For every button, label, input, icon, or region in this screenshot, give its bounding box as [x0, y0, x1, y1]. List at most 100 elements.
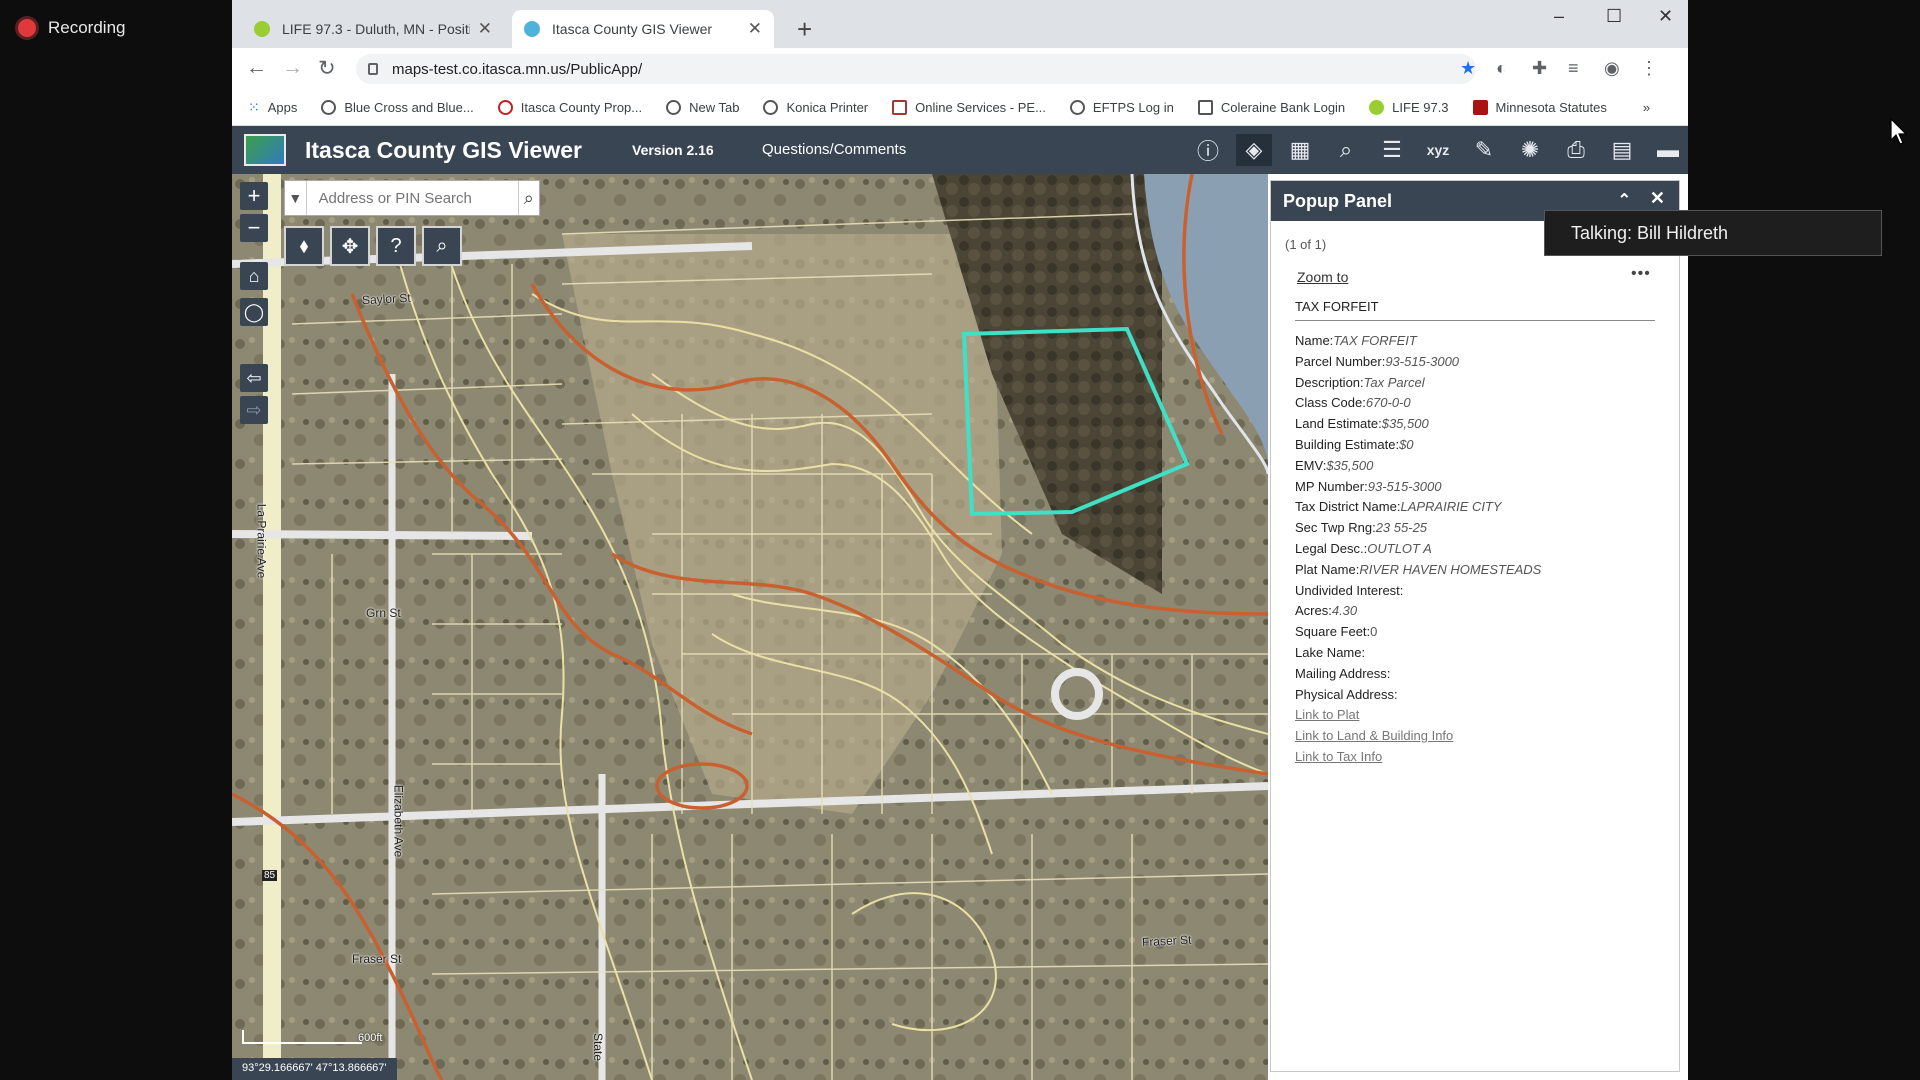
- forward-arrow-icon[interactable]: →: [282, 56, 303, 80]
- xyz-coordinate-icon[interactable]: xyz: [1420, 134, 1456, 166]
- address-bar[interactable]: maps-test.co.itasca.mn.us/PublicApp/: [356, 54, 1476, 84]
- profile-icon[interactable]: ◉: [1604, 58, 1620, 79]
- search-input[interactable]: [306, 181, 518, 215]
- next-extent-icon[interactable]: ⇨: [240, 396, 268, 424]
- popup-title: Popup Panel: [1283, 190, 1393, 211]
- select-tool-icon[interactable]: ✥: [330, 226, 370, 266]
- scale-bar: [242, 1030, 362, 1044]
- itasca-logo: [244, 134, 286, 166]
- zoom-to-link[interactable]: Zoom to: [1297, 269, 1348, 285]
- fnb-icon: [1197, 100, 1213, 115]
- attr-row: Physical Address:: [1295, 686, 1398, 702]
- attr-row: Land Estimate:$35,500: [1295, 416, 1429, 432]
- lock-icon: [368, 63, 378, 75]
- bookmark-label: Itasca County Prop...: [520, 100, 643, 115]
- comment-icon[interactable]: ▬: [1650, 134, 1686, 166]
- aerial-map[interactable]: [232, 174, 1268, 1080]
- street-label-saylor: Saylor St: [361, 290, 412, 308]
- zoom-in-button[interactable]: +: [240, 182, 268, 210]
- bookmarks-overflow-button[interactable]: »: [1643, 100, 1650, 115]
- previous-extent-icon[interactable]: ⇦: [240, 364, 268, 392]
- extension-icon[interactable]: ◐: [1496, 58, 1507, 79]
- attr-row: EMV:$35,500: [1295, 457, 1374, 473]
- recording-label: Recording: [48, 18, 126, 37]
- menu-kebab-icon[interactable]: ⋮: [1640, 58, 1658, 79]
- bookmark-star-icon[interactable]: ★: [1460, 58, 1476, 79]
- bookmark-eftps[interactable]: EFTPS Log in: [1069, 100, 1174, 115]
- close-tab-icon[interactable]: ✕: [748, 19, 762, 39]
- attr-row: Lake Name:: [1295, 644, 1366, 660]
- bookmark-label: Blue Cross and Blue...: [344, 100, 474, 115]
- attr-row: Square Feet:0: [1295, 624, 1378, 640]
- search-icon[interactable]: ⌕: [1328, 134, 1364, 166]
- back-arrow-icon[interactable]: ←: [246, 56, 267, 80]
- basemap-gallery-icon[interactable]: ▦: [1282, 134, 1318, 166]
- bookmark-apps[interactable]: ⁙ Apps: [248, 99, 297, 116]
- version-label: Version 2.16: [632, 142, 714, 158]
- talking-indicator: Talking: Bill Hildreth: [1544, 210, 1882, 256]
- tab-title: Itasca County GIS Viewer: [552, 21, 713, 37]
- maximize-button[interactable]: ☐: [1606, 6, 1622, 27]
- collapse-chevron-icon[interactable]: ⌃: [1618, 190, 1631, 210]
- help-icon[interactable]: ?: [376, 226, 416, 266]
- print-plus-icon[interactable]: ▤: [1604, 134, 1640, 166]
- close-tab-icon[interactable]: ✕: [478, 19, 492, 39]
- feature-title: TAX FORFEIT: [1295, 299, 1655, 321]
- questions-comments-link[interactable]: Questions/Comments: [762, 141, 906, 158]
- zoom-out-button[interactable]: −: [240, 214, 268, 242]
- bookmark-new-tab[interactable]: New Tab: [666, 100, 739, 115]
- app-header: Itasca County GIS Viewer Version 2.16 Qu…: [232, 126, 1688, 174]
- bookmark-mn-statutes[interactable]: Minnesota Statutes: [1472, 100, 1607, 115]
- layers-icon[interactable]: ◈: [1236, 134, 1272, 166]
- more-options-icon[interactable]: •••: [1631, 265, 1651, 283]
- tab-life-973[interactable]: LIFE 97.3 - Duluth, MN - Positive ✕: [242, 10, 504, 48]
- grn-road: [232, 530, 533, 540]
- close-window-button[interactable]: ✕: [1658, 6, 1673, 27]
- bookmark-label: LIFE 97.3: [1392, 100, 1449, 115]
- attr-row: Mailing Address:: [1295, 665, 1391, 681]
- draw-icon[interactable]: ✺: [1512, 134, 1548, 166]
- bookmark-online-services[interactable]: Online Services - PE...: [892, 100, 1046, 115]
- magnify-icon[interactable]: ⌕: [422, 226, 462, 266]
- link-to-tax-info[interactable]: Link to Tax Info: [1295, 747, 1665, 768]
- tab-itasca-gis[interactable]: Itasca County GIS Viewer ✕: [512, 10, 774, 48]
- puzzle-extensions-icon[interactable]: ✚: [1532, 58, 1547, 79]
- globe-icon: [321, 100, 337, 115]
- reload-icon[interactable]: ↻: [318, 56, 336, 81]
- bookmark-life-973[interactable]: LIFE 97.3: [1369, 100, 1449, 115]
- scale-label: 600ft: [358, 1032, 383, 1044]
- search-icon[interactable]: ⌕: [517, 181, 540, 215]
- bookmark-label: Minnesota Statutes: [1495, 100, 1607, 115]
- address-pin-search[interactable]: ▼ ⌕: [284, 180, 540, 216]
- locate-icon[interactable]: ◯: [240, 298, 268, 326]
- link-to-land-building-info[interactable]: Link to Land & Building Info: [1295, 726, 1665, 747]
- attr-row: Legal Desc.:OUTLOT A: [1295, 540, 1432, 556]
- app-title: Itasca County GIS Viewer: [305, 137, 582, 163]
- globe-icon: [763, 100, 779, 115]
- bookmark-itasca-prop[interactable]: Itasca County Prop...: [497, 100, 643, 115]
- link-to-plat[interactable]: Link to Plat: [1295, 705, 1665, 726]
- bookmark-konica[interactable]: Konica Printer: [763, 100, 868, 115]
- map-view[interactable]: Saylor St Grn St Fraser St Fraser St La …: [232, 174, 1268, 1080]
- bookmark-coleraine[interactable]: Coleraine Bank Login: [1197, 100, 1346, 115]
- attr-row: Building Estimate:$0: [1295, 436, 1414, 452]
- info-icon[interactable]: ⓘ: [1190, 134, 1226, 166]
- close-icon[interactable]: ✕: [1650, 188, 1665, 209]
- new-tab-button[interactable]: +: [797, 14, 812, 45]
- print-icon[interactable]: ⎙: [1558, 134, 1594, 166]
- reading-list-icon[interactable]: ≡: [1568, 58, 1579, 79]
- minimize-button[interactable]: –: [1554, 6, 1564, 27]
- globe-icon: [666, 100, 682, 115]
- identify-pin-icon[interactable]: ⬧: [284, 226, 324, 266]
- measure-icon[interactable]: ✎: [1466, 134, 1502, 166]
- browser-toolbar: ← → ↻ maps-test.co.itasca.mn.us/PublicAp…: [232, 48, 1688, 90]
- attr-row: Sec Twp Rng:23 55-25: [1295, 520, 1428, 536]
- bookmark-label: Coleraine Bank Login: [1220, 100, 1346, 115]
- street-label-grn: Grn St: [366, 606, 401, 620]
- street-label-fraser-east: Fraser St: [1141, 932, 1192, 950]
- home-icon[interactable]: ⌂: [240, 262, 268, 290]
- bookmark-blue-cross[interactable]: Blue Cross and Blue...: [321, 100, 474, 115]
- search-source-dropdown[interactable]: ▼: [285, 181, 307, 215]
- bookmark-label: Konica Printer: [786, 100, 869, 115]
- legend-icon[interactable]: ☰: [1374, 134, 1410, 166]
